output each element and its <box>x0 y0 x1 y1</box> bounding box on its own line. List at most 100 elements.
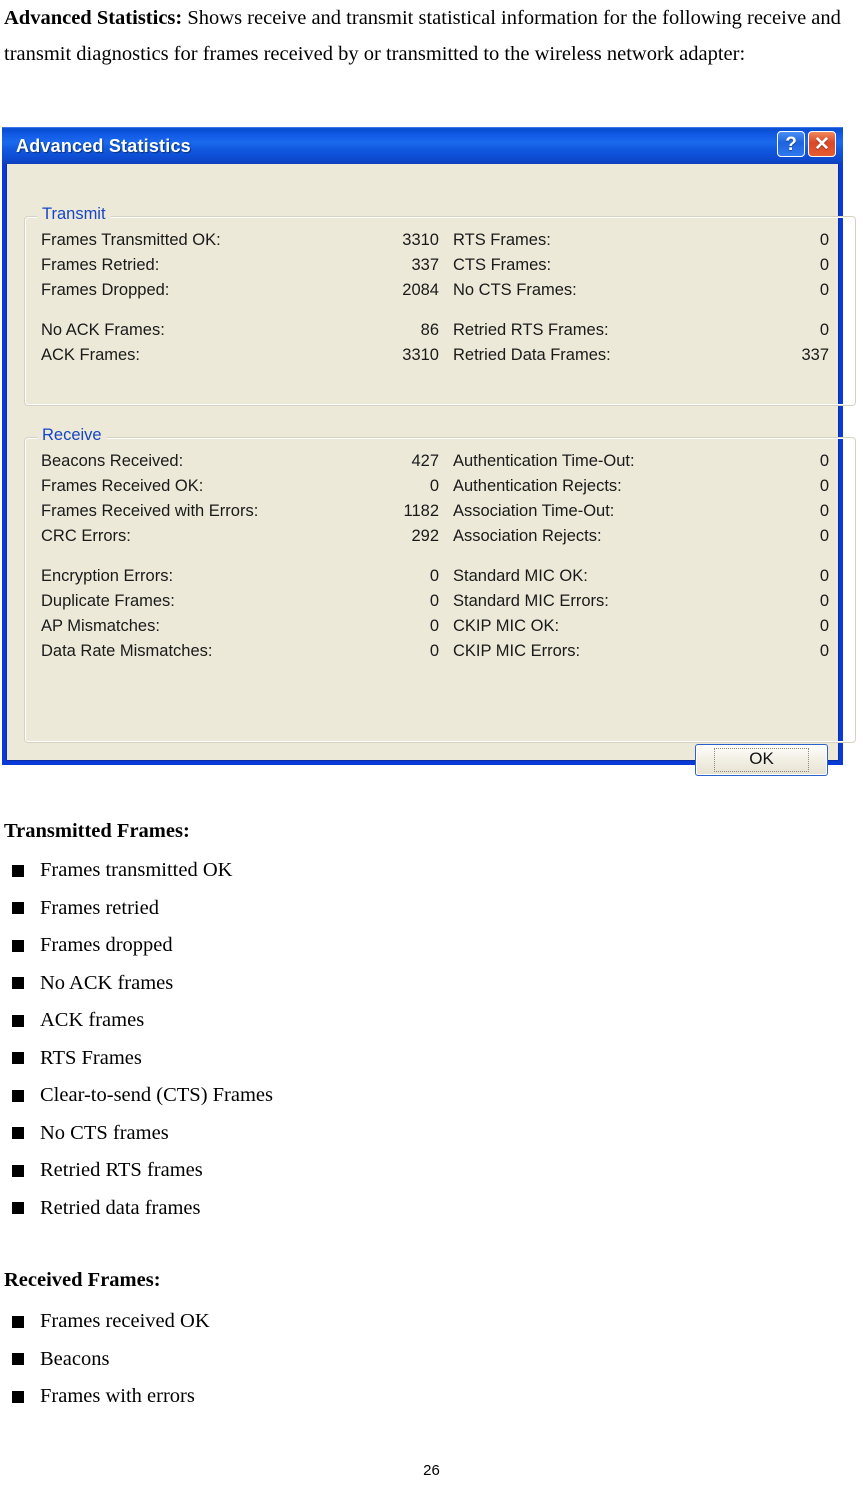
list-item-label: Frames received OK <box>40 1310 210 1333</box>
table-row: Association Rejects: 0 <box>453 527 829 552</box>
square-bullet-icon <box>12 977 24 990</box>
stat-label: CTS Frames: <box>453 256 552 274</box>
table-row: RTS Frames: 0 <box>453 231 829 256</box>
receive-right-column: Authentication Time-Out: 0 Authenticatio… <box>453 452 829 667</box>
list-item: Beacons <box>4 1341 210 1379</box>
stat-value: 0 <box>429 642 439 660</box>
square-bullet-icon <box>12 864 24 877</box>
stat-label: Frames Transmitted OK: <box>41 231 221 249</box>
stat-label: Standard MIC Errors: <box>453 592 609 610</box>
list-item: Frames retried <box>4 890 273 928</box>
list-item: ACK frames <box>4 1002 273 1040</box>
receive-stats-grid: Beacons Received: 427 Frames Received OK… <box>25 438 855 667</box>
stat-label: Frames Dropped: <box>41 281 170 299</box>
table-row: Frames Received with Errors: 1182 <box>41 502 439 527</box>
table-row: CKIP MIC Errors: 0 <box>453 642 829 667</box>
square-bullet-icon <box>12 939 24 952</box>
stat-value: 292 <box>411 527 439 545</box>
table-row: CTS Frames: 0 <box>453 256 829 281</box>
stat-value: 86 <box>420 321 439 339</box>
table-row: Retried Data Frames: 337 <box>453 346 829 371</box>
table-row: Frames Dropped: 2084 <box>41 281 439 306</box>
stat-value: 0 <box>429 567 439 585</box>
stat-label: Frames Retried: <box>41 256 160 274</box>
dialog-title: Advanced Statistics <box>16 135 191 156</box>
help-icon[interactable]: ? <box>777 131 805 157</box>
stat-value: 0 <box>819 567 829 585</box>
list-item: Frames with errors <box>4 1378 210 1416</box>
list-item-label: Retried RTS frames <box>40 1159 203 1182</box>
stat-value: 0 <box>819 502 829 520</box>
table-row: CKIP MIC OK: 0 <box>453 617 829 642</box>
square-bullet-icon <box>12 1202 24 1215</box>
transmit-groupbox: Transmit Frames Transmitted OK: 3310 Fra… <box>24 205 856 406</box>
row-spacer <box>453 306 829 321</box>
list-item: Frames received OK <box>4 1303 210 1341</box>
stat-value: 337 <box>411 256 439 274</box>
ok-button[interactable]: OK <box>695 744 828 776</box>
intro-paragraph: Advanced Statistics: Shows receive and t… <box>4 0 860 72</box>
list-item: Retried RTS frames <box>4 1152 273 1190</box>
stat-value: 0 <box>819 477 829 495</box>
transmitted-frames-list: Frames transmitted OK Frames retried Fra… <box>4 852 273 1227</box>
stat-label: RTS Frames: <box>453 231 551 249</box>
square-bullet-icon <box>12 1315 24 1328</box>
close-icon[interactable]: ✕ <box>808 131 836 157</box>
stat-label: Association Rejects: <box>453 527 602 545</box>
stat-value: 0 <box>819 231 829 249</box>
stat-label: Association Time-Out: <box>453 502 615 520</box>
stat-label: Data Rate Mismatches: <box>41 642 213 660</box>
row-spacer <box>41 306 439 321</box>
stat-label: No ACK Frames: <box>41 321 165 339</box>
stat-label: Beacons Received: <box>41 452 184 470</box>
stat-value: 2084 <box>402 281 439 299</box>
stat-value: 1182 <box>403 502 439 520</box>
list-item-label: No ACK frames <box>40 971 174 994</box>
stat-label: Duplicate Frames: <box>41 592 175 610</box>
dialog-body: Transmit Frames Transmitted OK: 3310 Fra… <box>6 164 856 776</box>
table-row: AP Mismatches: 0 <box>41 617 439 642</box>
list-item-label: Frames retried <box>40 896 159 919</box>
table-row: Encryption Errors: 0 <box>41 567 439 592</box>
stat-label: Frames Received OK: <box>41 477 204 495</box>
stat-label: Frames Received with Errors: <box>41 502 259 520</box>
list-item-label: Frames transmitted OK <box>40 859 233 882</box>
page-number: 26 <box>423 1462 440 1479</box>
stat-value: 0 <box>819 592 829 610</box>
stat-value: 3310 <box>402 231 439 249</box>
list-item: No CTS frames <box>4 1115 273 1153</box>
row-spacer <box>41 552 439 567</box>
square-bullet-icon <box>12 1353 24 1366</box>
table-row: Frames Retried: 337 <box>41 256 439 281</box>
square-bullet-icon <box>12 1127 24 1140</box>
table-row: Standard MIC OK: 0 <box>453 567 829 592</box>
list-item-label: Clear-to-send (CTS) Frames <box>40 1084 274 1107</box>
table-row: No CTS Frames: 0 <box>453 281 829 306</box>
transmit-stats-grid: Frames Transmitted OK: 3310 Frames Retri… <box>25 217 855 371</box>
list-item: Frames dropped <box>4 927 273 965</box>
list-item-label: RTS Frames <box>40 1046 142 1069</box>
dialog-titlebar[interactable]: Advanced Statistics ? ✕ <box>2 127 843 164</box>
stat-value: 0 <box>819 642 829 660</box>
list-item: No ACK frames <box>4 965 273 1003</box>
table-row: CRC Errors: 292 <box>41 527 439 552</box>
stat-label: Authentication Rejects: <box>453 477 622 495</box>
list-item-label: Frames with errors <box>40 1385 195 1408</box>
table-row: ACK Frames: 3310 <box>41 346 439 371</box>
stat-label: ACK Frames: <box>41 346 141 364</box>
table-row: Authentication Time-Out: 0 <box>453 452 829 477</box>
transmit-left-column: Frames Transmitted OK: 3310 Frames Retri… <box>41 231 439 371</box>
intro-lead-label: Advanced Statistics: <box>4 7 183 29</box>
stat-value: 427 <box>411 452 439 470</box>
stat-label: Encryption Errors: <box>41 567 174 585</box>
stat-value: 0 <box>429 617 439 635</box>
square-bullet-icon <box>12 1014 24 1027</box>
receive-left-column: Beacons Received: 427 Frames Received OK… <box>41 452 439 667</box>
table-row: Beacons Received: 427 <box>41 452 439 477</box>
list-item: Retried data frames <box>4 1190 273 1228</box>
stat-value: 0 <box>429 477 439 495</box>
square-bullet-icon <box>12 1052 24 1065</box>
square-bullet-icon <box>12 1089 24 1102</box>
table-row: Retried RTS Frames: 0 <box>453 321 829 346</box>
table-row: Duplicate Frames: 0 <box>41 592 439 617</box>
